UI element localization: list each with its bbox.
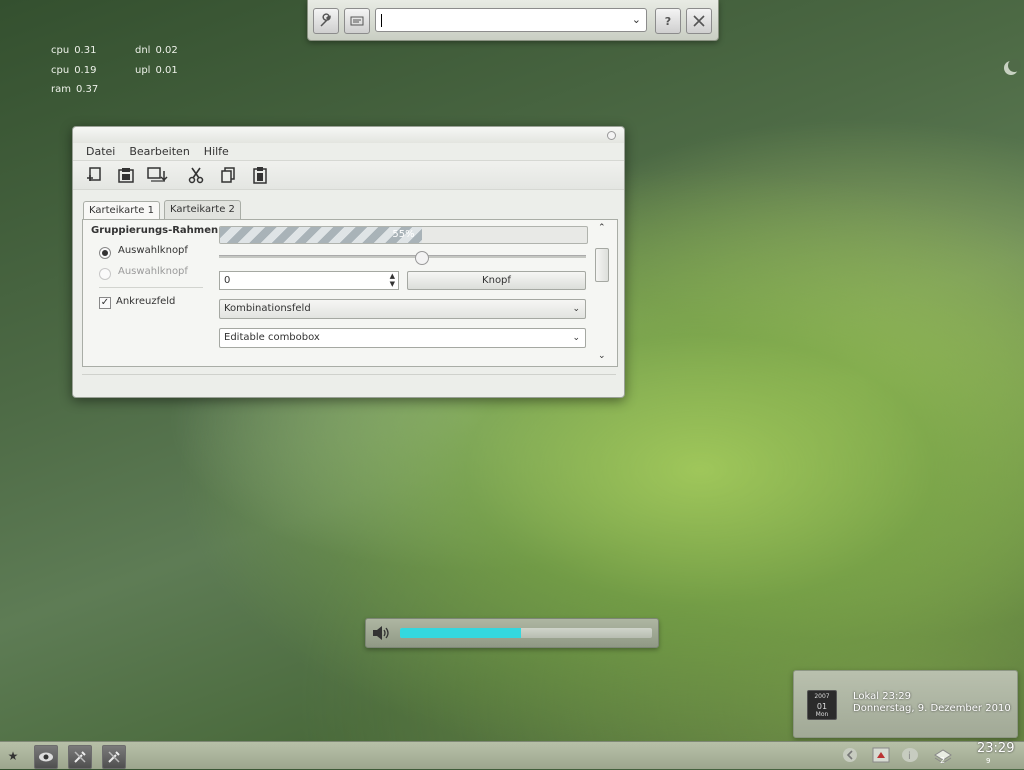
status-divider [82,374,616,375]
close-icon[interactable] [686,8,712,34]
panel-clock-date: 9 [986,757,991,765]
cut-icon[interactable] [185,164,207,186]
date-text: Donnerstag, 9. Dezember 2010 [853,703,1011,714]
ram-value: 0.37 [75,84,99,95]
progress-bar: 55% [219,226,588,244]
search-input[interactable]: ⌄ [375,8,647,32]
new-icon[interactable] [83,164,105,186]
upload-label: upl [135,64,151,76]
knopf-button[interactable]: Knopf [407,271,586,290]
copy-icon[interactable] [217,164,239,186]
editable-combobox-value: Editable combobox [224,332,320,343]
save-icon[interactable] [147,164,169,186]
scroll-down-icon[interactable]: ⌄ [598,351,606,361]
slider-handle[interactable] [414,251,429,265]
cpu-label-2: cpu [51,64,70,76]
system-monitor-widget: cpu 0.31 dnl 0.02 cpu 0.19 upl 0.01 ram 0.37 [51,41,178,100]
cpu-value: 0.31 [74,45,97,56]
vertical-scrollbar[interactable]: ⌃ ⌄ [593,220,613,364]
pager-icon[interactable]: 2 [933,747,953,770]
volume-osd [365,618,659,648]
tab-panel: Gruppierungs-Rahmen Auswahlknopf Auswahl… [82,219,618,367]
tools-app-icon[interactable] [68,745,92,769]
editable-combobox[interactable]: Editable combobox ⌄ [219,328,586,348]
svg-text:i: i [908,751,911,762]
krunner-bar: ⌄ ? [307,0,719,41]
eye-app-icon[interactable] [34,745,58,769]
calendar-icon-year: 2007 [814,693,830,700]
help-icon[interactable]: ? [655,8,681,34]
paste-icon[interactable] [249,164,271,186]
checkbox[interactable]: ✓ [99,297,111,309]
download-value: 0.02 [155,45,178,56]
speaker-icon [371,625,391,644]
scroll-up-icon[interactable]: ⌃ [598,223,606,233]
spinbox-arrows-icon[interactable]: ▲ ▼ [390,272,395,288]
text-caret [381,14,382,27]
slider[interactable] [219,251,586,265]
open-icon[interactable] [115,164,137,186]
group-box-title: Gruppierungs-Rahmen [91,225,219,236]
chevron-down-icon[interactable]: ⌄ [632,13,641,26]
pager-number: 2 [940,756,946,765]
toolbar [73,160,624,190]
calendar-icon: 2007 01 Mon [807,690,837,720]
clock-notification: 2007 01 Mon Lokal 23:29 Donnerstag, 9. D… [793,670,1018,738]
download-label: dnl [135,45,151,56]
cpu-label: cpu [51,45,70,56]
chevron-down-icon[interactable]: ⌄ [572,329,580,347]
widget-demo-window: Datei Bearbeiten Hilfe Karteikarte 1 Kar… [72,126,625,398]
volume-bar-fill [400,628,521,638]
tab-bar: Karteikarte 1 Karteikarte 2 [83,200,245,220]
network-icon[interactable] [842,747,858,766]
chevron-down-icon[interactable]: ⌄ [572,300,580,318]
ram-label: ram [51,84,71,95]
klipper-icon[interactable] [872,747,890,766]
volume-bar [400,628,652,638]
menu-bar: Datei Bearbeiten Hilfe [73,143,624,160]
menu-edit[interactable]: Bearbeiten [124,145,194,158]
scrollbar-thumb[interactable] [595,248,609,282]
combobox-value: Kombinationsfeld [224,303,311,314]
checkbox-label: Ankreuzfeld [116,296,176,307]
window-close-button[interactable] [607,131,616,140]
spinbox-value: 0 [224,275,231,286]
info-icon[interactable]: i [901,747,919,766]
menu-file[interactable]: Datei [81,145,120,158]
combobox[interactable]: Kombinationsfeld ⌄ [219,299,586,319]
calendar-icon-weekday: Mon [815,711,829,718]
activities-icon[interactable] [344,8,370,34]
radio-button-1-label: Auswahlknopf [118,245,188,256]
tab-karteikarte-1[interactable]: Karteikarte 1 [83,201,160,220]
separator [99,287,203,288]
launcher-star-icon[interactable]: ★ [2,745,24,767]
panel-clock-time[interactable]: 23:29 [977,741,1014,756]
taskbar-panel: ★ i 2 [0,741,1024,769]
spinbox[interactable]: 0 ▲ ▼ [219,271,399,290]
cpu-value-2: 0.19 [74,64,97,76]
radio-button-2[interactable] [99,268,111,280]
radio-button-1[interactable] [99,247,111,259]
title-bar[interactable] [73,127,624,143]
calendar-icon-day: 01 [816,702,828,711]
moon-phase-icon [1004,59,1021,75]
progress-text: 55% [392,229,415,240]
tab-karteikarte-2[interactable]: Karteikarte 2 [163,200,241,219]
menu-help[interactable]: Hilfe [199,145,234,158]
radio-button-2-label: Auswahlknopf [118,266,188,277]
upload-value: 0.01 [155,64,178,76]
local-time-text: Lokal 23:29 [853,691,912,702]
tools-app-icon-2[interactable] [102,745,126,769]
wrench-icon[interactable] [313,8,339,34]
